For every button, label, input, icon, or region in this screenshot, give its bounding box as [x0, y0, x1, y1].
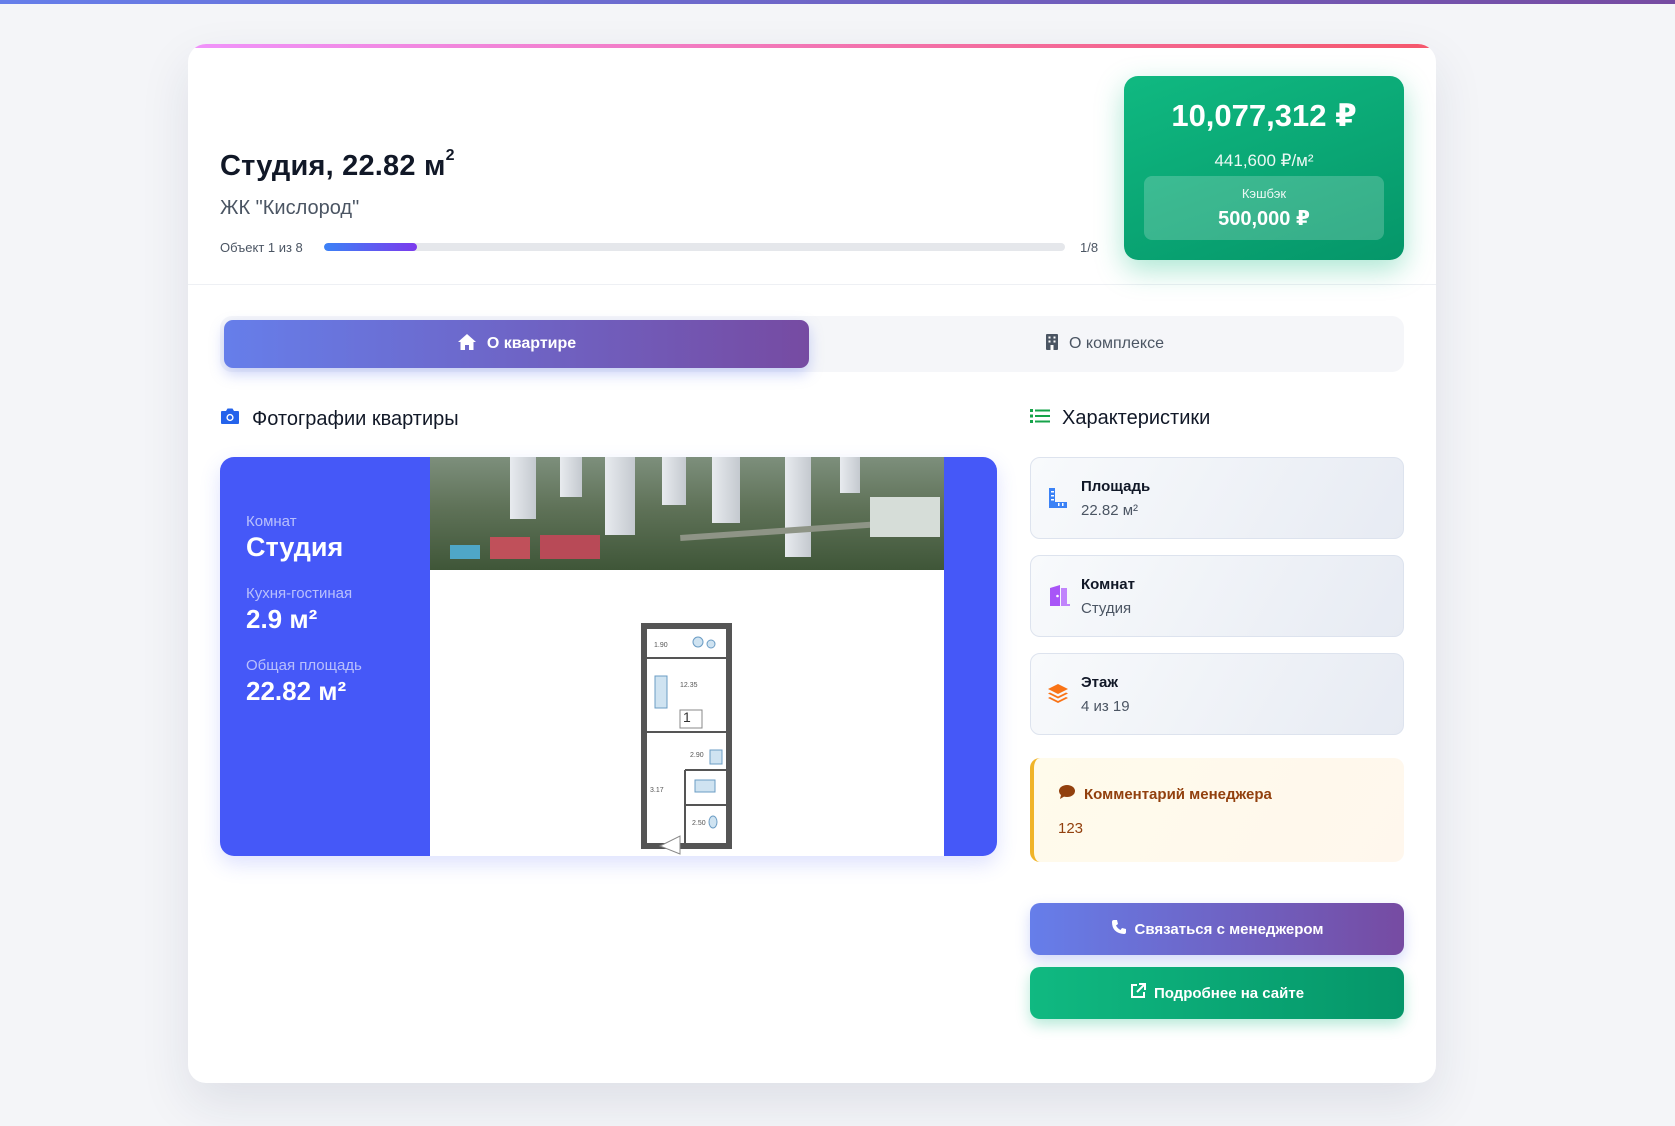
price-total: 10,077,312 ₽	[1171, 98, 1357, 133]
price-per-sqm: 441,600 ₽/м²	[1214, 151, 1314, 170]
contact-button-label: Связаться с менеджером	[1134, 920, 1324, 938]
title-text: Студия, 22.82 м	[220, 150, 446, 182]
info-area-label: Общая площадь	[246, 657, 362, 674]
char-area-value: 22.82 м²	[1081, 502, 1139, 519]
home-icon	[457, 333, 477, 356]
info-area-value: 22.82 м²	[246, 676, 347, 706]
comment-title: Комментарий менеджера	[1058, 784, 1272, 804]
char-area-label: Площадь	[1081, 478, 1151, 495]
cashback-label: Кэшбэк	[1241, 186, 1287, 201]
progress-count: 1/8	[1080, 240, 1099, 255]
photos-title-text: Фотографии квартиры	[252, 407, 459, 430]
plan-label: 2.50	[692, 820, 706, 827]
tabs: О квартире О комплексе	[220, 316, 1404, 372]
progress-bar	[324, 243, 1065, 251]
external-link-icon	[1130, 983, 1146, 1003]
layers-icon	[1047, 682, 1071, 706]
cashback-value: 500,000 ₽	[1218, 208, 1310, 230]
info-rooms-label: Комнат	[246, 513, 297, 530]
list-icon	[1030, 407, 1050, 430]
aerial-photo	[430, 457, 944, 570]
comment-title-text: Комментарий менеджера	[1084, 785, 1272, 803]
page-title: Студия, 22.82 м2	[220, 147, 455, 183]
phone-icon	[1111, 919, 1127, 939]
gallery-info-panel: Комнат Студия Кухня-гостиная 2.9 м² Обща…	[246, 513, 362, 729]
plan-label: 1.90	[654, 642, 668, 649]
plan-label: 2.90	[690, 752, 704, 759]
title-sup: 2	[445, 147, 455, 165]
plan-label: 3.17	[650, 787, 664, 794]
top-accent-stripe	[0, 0, 1675, 4]
char-floor-label: Этаж	[1081, 674, 1118, 691]
char-floor-card: Этаж 4 из 19	[1030, 653, 1404, 735]
apartment-card: Студия, 22.82 м2 ЖК "Кислород" Объект 1 …	[188, 44, 1436, 1083]
manager-comment: Комментарий менеджера 123	[1030, 758, 1404, 862]
plan-label: 12.35	[680, 682, 698, 689]
plan-label: 1	[683, 709, 691, 725]
door-icon	[1047, 584, 1071, 608]
char-rooms-card: Комнат Студия	[1030, 555, 1404, 637]
characteristics-title-text: Характеристики	[1062, 407, 1211, 429]
comment-text: 123	[1058, 820, 1084, 837]
info-kitchen-label: Кухня-гостиная	[246, 585, 353, 602]
comment-icon	[1058, 784, 1076, 804]
char-rooms-label: Комнат	[1081, 576, 1135, 593]
floor-plan-drawing: 1.90 12.35 1 2.90 3.17 2.50	[641, 623, 732, 855]
photos-section-title: Фотографии квартиры	[220, 407, 459, 431]
tab-complex[interactable]: О комплексе	[809, 320, 1400, 368]
floor-plan-image: 1.90 12.35 1 2.90 3.17 2.50	[430, 457, 944, 856]
card-header: Студия, 22.82 м2 ЖК "Кислород" Объект 1 …	[188, 44, 1436, 285]
building-icon	[1045, 333, 1059, 356]
progress-label: Объект 1 из 8	[220, 240, 303, 255]
complex-name: ЖК "Кислород"	[220, 197, 360, 219]
price-card: 10,077,312 ₽ 441,600 ₽/м² Кэшбэк 500,000…	[1124, 76, 1404, 260]
photo-gallery[interactable]: Комнат Студия Кухня-гостиная 2.9 м² Обща…	[220, 457, 997, 856]
ruler-icon	[1047, 486, 1071, 510]
info-kitchen-value: 2.9 м²	[246, 604, 318, 634]
more-button-label: Подробнее на сайте	[1153, 984, 1305, 1002]
char-rooms-value: Студия	[1081, 600, 1132, 617]
progress-fill	[324, 243, 417, 251]
characteristics-section-title: Характеристики	[1030, 407, 1210, 430]
more-on-site-button[interactable]: Подробнее на сайте	[1030, 967, 1404, 1019]
info-rooms-value: Студия	[246, 532, 344, 562]
contact-manager-button[interactable]: Связаться с менеджером	[1030, 903, 1404, 955]
tab-complex-label: О комплексе	[1069, 335, 1164, 352]
char-floor-value: 4 из 19	[1081, 698, 1130, 715]
tab-apartment[interactable]: О квартире	[224, 320, 809, 368]
camera-icon	[220, 407, 240, 431]
tab-apartment-label: О квартире	[486, 335, 577, 352]
cashback-box: Кэшбэк 500,000 ₽	[1144, 176, 1384, 240]
char-area-card: Площадь 22.82 м²	[1030, 457, 1404, 539]
